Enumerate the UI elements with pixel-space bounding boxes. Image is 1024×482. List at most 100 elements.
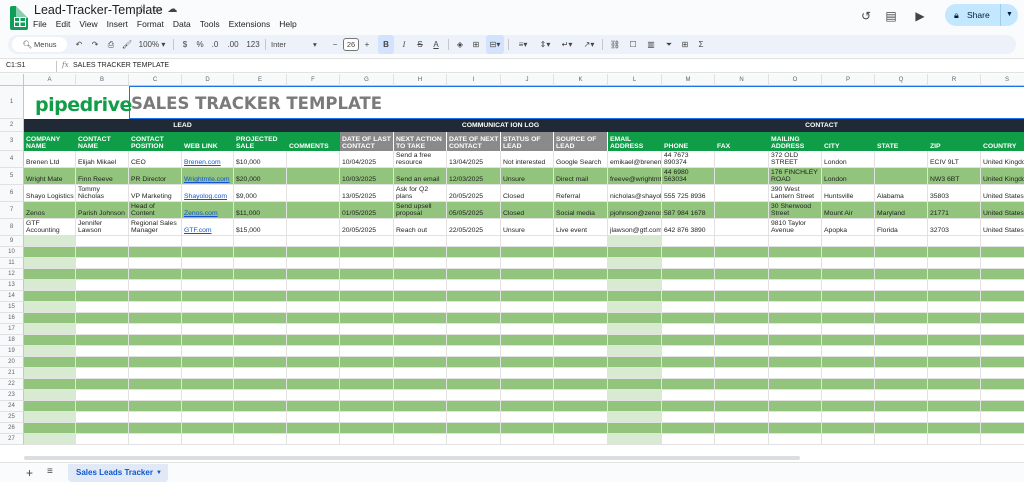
menu-help[interactable]: Help: [279, 19, 296, 29]
zoom-select[interactable]: 100% ▾: [136, 35, 168, 54]
cell-m14[interactable]: [662, 291, 715, 302]
cell-n6[interactable]: [715, 185, 769, 202]
cell-e26[interactable]: [234, 423, 287, 434]
cell-b22[interactable]: [76, 379, 129, 390]
cell-r11[interactable]: [928, 258, 981, 269]
cell-r26[interactable]: [928, 423, 981, 434]
cell-j23[interactable]: [501, 390, 554, 401]
cell-p21[interactable]: [822, 368, 875, 379]
cell-c23[interactable]: [129, 390, 182, 401]
cell-l18[interactable]: [608, 335, 662, 346]
field-header-status-of-lead[interactable]: STATUS OF LEAD: [501, 132, 554, 151]
cell-h8[interactable]: Reach out: [394, 219, 447, 236]
paint-format-icon[interactable]: 🖌︎: [120, 35, 134, 54]
row-header-16[interactable]: 16: [0, 313, 24, 324]
cell-r18[interactable]: [928, 335, 981, 346]
column-header-g[interactable]: G: [340, 74, 394, 86]
redo-icon[interactable]: ↷: [88, 35, 102, 54]
cell-a5[interactable]: Wright Mate: [24, 168, 76, 185]
column-header-m[interactable]: M: [662, 74, 715, 86]
cell-h7[interactable]: Send upsell proposal: [394, 202, 447, 219]
column-header-h[interactable]: H: [394, 74, 447, 86]
cell-r5[interactable]: NW3 6BT: [928, 168, 981, 185]
cell-h17[interactable]: [394, 324, 447, 335]
cell-h4[interactable]: Send a free resource: [394, 151, 447, 168]
cell-m5[interactable]: 44 6980 563034: [662, 168, 715, 185]
cell-h20[interactable]: [394, 357, 447, 368]
formula-input[interactable]: SALES TRACKER TEMPLATE: [73, 62, 169, 69]
cell-b25[interactable]: [76, 412, 129, 423]
cell-f12[interactable]: [287, 269, 340, 280]
cell-q16[interactable]: [875, 313, 928, 324]
cell-s17[interactable]: [981, 324, 1024, 335]
cell-q15[interactable]: [875, 302, 928, 313]
cell-k15[interactable]: [554, 302, 608, 313]
cell-s12[interactable]: [981, 269, 1024, 280]
cell-l7[interactable]: pjohnson@zenos.com: [608, 202, 662, 219]
cell-j20[interactable]: [501, 357, 554, 368]
cell-g13[interactable]: [340, 280, 394, 291]
cell-g12[interactable]: [340, 269, 394, 280]
field-header-date-of-next-contact[interactable]: DATE OF NEXT CONTACT: [447, 132, 501, 151]
cell-d14[interactable]: [182, 291, 234, 302]
decrease-decimal-button[interactable]: .0: [209, 35, 221, 54]
cell-i10[interactable]: [447, 247, 501, 258]
cell-h23[interactable]: [394, 390, 447, 401]
insert-chart-icon[interactable]: ▥: [644, 35, 658, 54]
column-header-s[interactable]: S: [981, 74, 1024, 86]
cell-b17[interactable]: [76, 324, 129, 335]
cell-o27[interactable]: [769, 434, 822, 445]
cell-a21[interactable]: [24, 368, 76, 379]
cell-c8[interactable]: Regional Sales Manager: [129, 219, 182, 236]
cell-g26[interactable]: [340, 423, 394, 434]
row-header-4[interactable]: 4: [0, 151, 24, 168]
menu-view[interactable]: View: [79, 19, 97, 29]
cell-n23[interactable]: [715, 390, 769, 401]
cell-e25[interactable]: [234, 412, 287, 423]
cell-i15[interactable]: [447, 302, 501, 313]
cell-m22[interactable]: [662, 379, 715, 390]
cell-l12[interactable]: [608, 269, 662, 280]
cell-e9[interactable]: [234, 236, 287, 247]
cell-d7[interactable]: Zenos.com: [182, 202, 234, 219]
row-header-9[interactable]: 9: [0, 236, 24, 247]
cell-m8[interactable]: 642 876 3890: [662, 219, 715, 236]
cell-c24[interactable]: [129, 401, 182, 412]
row-header-8[interactable]: 8: [0, 219, 24, 236]
vertical-align-icon[interactable]: ⇕▾: [536, 35, 554, 54]
cell-r24[interactable]: [928, 401, 981, 412]
field-header-city[interactable]: CITY: [822, 132, 875, 151]
cell-c7[interactable]: Head of Content: [129, 202, 182, 219]
row-header-17[interactable]: 17: [0, 324, 24, 335]
cell-q13[interactable]: [875, 280, 928, 291]
cell-i19[interactable]: [447, 346, 501, 357]
cell-m23[interactable]: [662, 390, 715, 401]
cell-c18[interactable]: [129, 335, 182, 346]
cell-h9[interactable]: [394, 236, 447, 247]
cell-h13[interactable]: [394, 280, 447, 291]
cell-s14[interactable]: [981, 291, 1024, 302]
cell-n5[interactable]: [715, 168, 769, 185]
cell-a25[interactable]: [24, 412, 76, 423]
cell-i18[interactable]: [447, 335, 501, 346]
text-color-button[interactable]: A: [430, 35, 442, 54]
cell-e18[interactable]: [234, 335, 287, 346]
cell-m21[interactable]: [662, 368, 715, 379]
cell-r25[interactable]: [928, 412, 981, 423]
cell-p11[interactable]: [822, 258, 875, 269]
cell-l17[interactable]: [608, 324, 662, 335]
field-header-state[interactable]: STATE: [875, 132, 928, 151]
cell-j19[interactable]: [501, 346, 554, 357]
column-header-d[interactable]: D: [182, 74, 234, 86]
cell-h22[interactable]: [394, 379, 447, 390]
cell-a20[interactable]: [24, 357, 76, 368]
menu-edit[interactable]: Edit: [56, 19, 71, 29]
cell-m25[interactable]: [662, 412, 715, 423]
cell-q22[interactable]: [875, 379, 928, 390]
cell-j12[interactable]: [501, 269, 554, 280]
row-header-19[interactable]: 19: [0, 346, 24, 357]
cell-a4[interactable]: Brenen Ltd: [24, 151, 76, 168]
cell-a9[interactable]: [24, 236, 76, 247]
cell-r23[interactable]: [928, 390, 981, 401]
filter-views-icon[interactable]: ⊞: [678, 35, 692, 54]
